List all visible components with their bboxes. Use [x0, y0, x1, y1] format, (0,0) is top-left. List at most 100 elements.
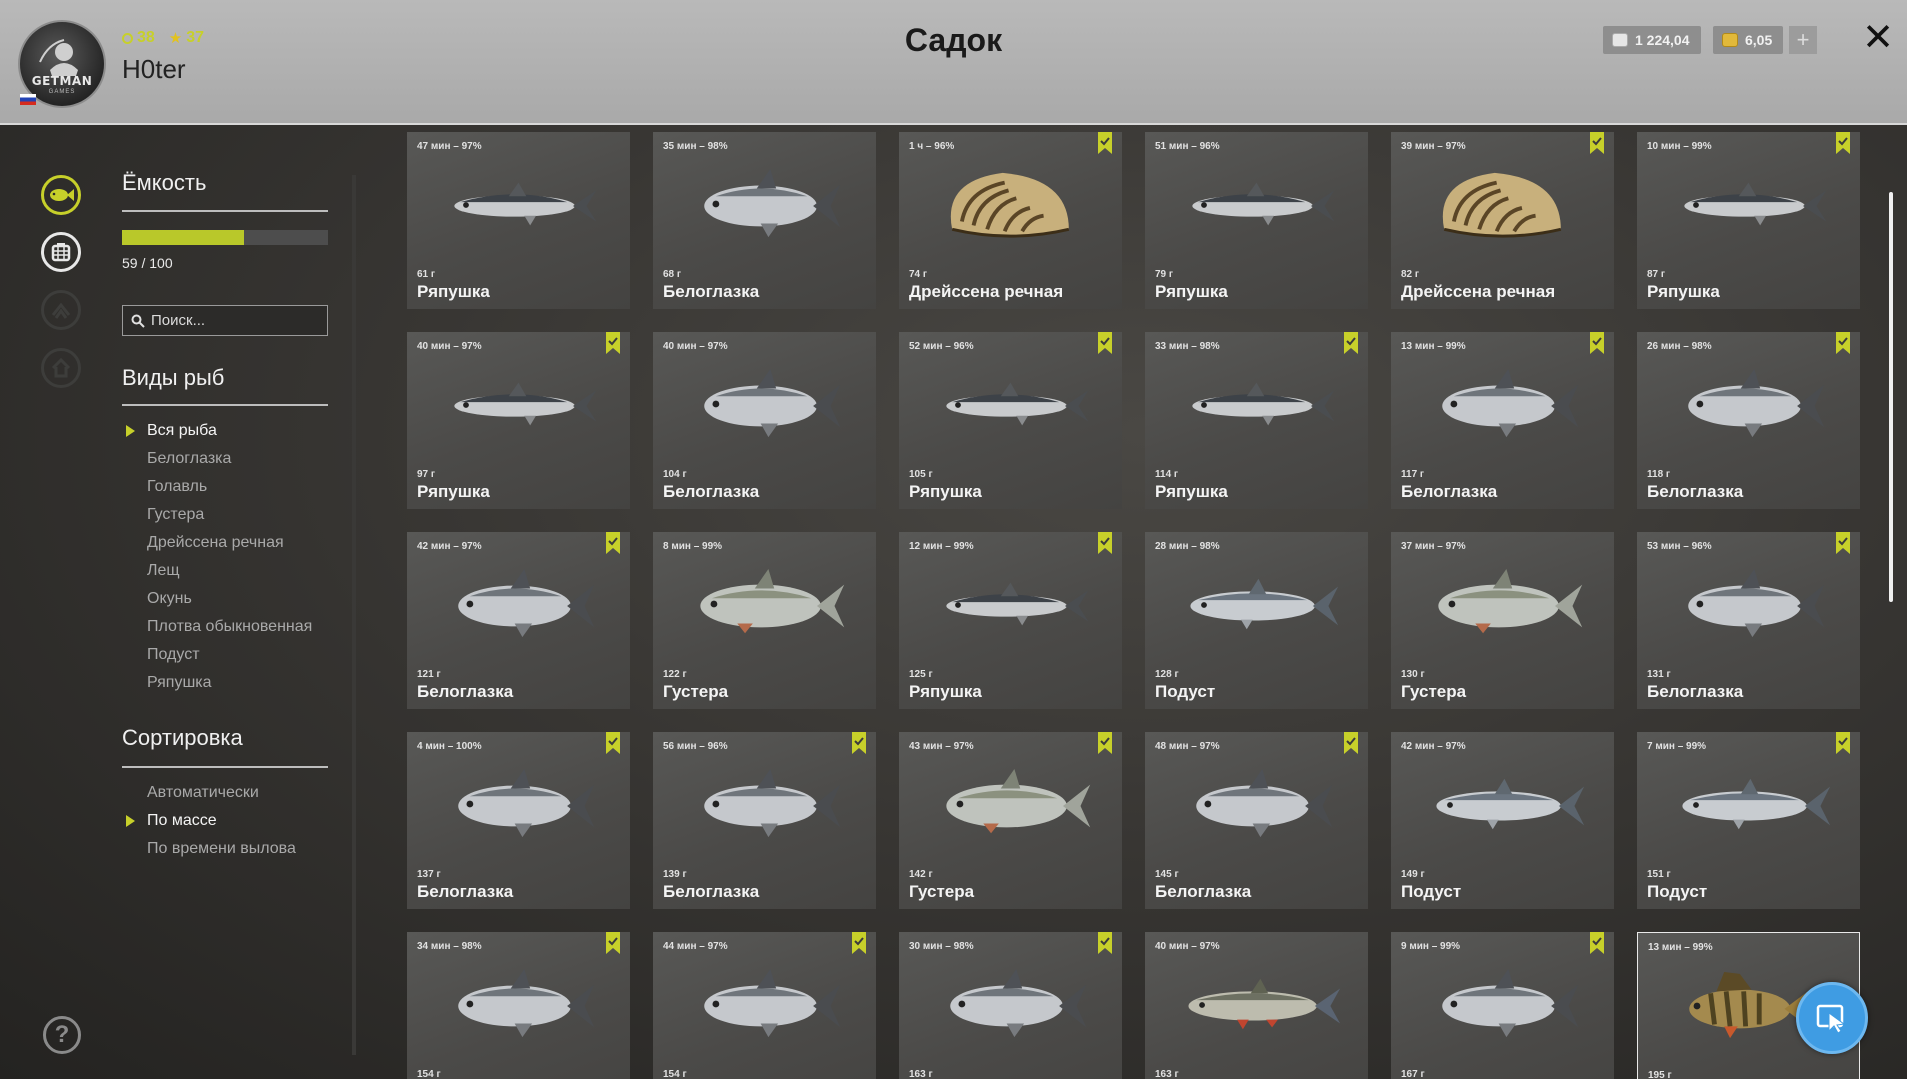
catch-card[interactable]: 48 мин – 97% 145 г Белоглазка [1145, 732, 1368, 909]
catch-card[interactable]: 42 мин – 97% 121 г Белоглазка [407, 532, 630, 709]
species-item[interactable]: Лещ [122, 557, 312, 585]
upgrade-tab-icon[interactable] [41, 290, 81, 330]
keepnet-tab-icon[interactable] [41, 232, 81, 272]
catch-card[interactable]: 35 мин – 98% 68 г Белоглазка [653, 132, 876, 309]
species-item[interactable]: Густера [122, 501, 312, 529]
catch-time: 39 мин – 97% [1401, 141, 1466, 152]
bookmark-icon[interactable] [1098, 332, 1112, 354]
catch-card[interactable]: 34 мин – 98% 154 г [407, 932, 630, 1079]
catch-card[interactable]: 9 мин – 99% 167 г [1391, 932, 1614, 1079]
home-tab-icon[interactable] [41, 348, 81, 388]
species-item[interactable]: Вся рыба [122, 417, 312, 445]
bookmark-icon[interactable] [1098, 532, 1112, 554]
bookmark-icon[interactable] [1590, 332, 1604, 354]
catch-time: 7 мин – 99% [1647, 741, 1707, 752]
catch-card[interactable]: 7 мин – 99% 151 г Подуст [1637, 732, 1860, 909]
catch-species: Белоглазка [1647, 482, 1744, 501]
catch-card[interactable]: 40 мин – 97% 97 г Ряпушка [407, 332, 630, 509]
search-input[interactable] [151, 312, 321, 329]
catch-card[interactable]: 12 мин – 99% 125 г Ряпушка [899, 532, 1122, 709]
panel-scrollbar[interactable] [352, 175, 356, 1055]
catch-card[interactable]: 10 мин – 99% 87 г Ряпушка [1637, 132, 1860, 309]
species-item[interactable]: Подуст [122, 641, 312, 669]
catch-species: Белоглазка [1647, 682, 1744, 701]
catch-card[interactable]: 40 мин – 97% 104 г Белоглазка [653, 332, 876, 509]
grid-scrollbar[interactable] [1889, 192, 1893, 602]
nase-image [1682, 778, 1831, 830]
bookmark-icon[interactable] [1836, 732, 1850, 754]
catch-card[interactable]: 4 мин – 100% 137 г Белоглазка [407, 732, 630, 909]
bookmark-icon[interactable] [1836, 132, 1850, 154]
catch-card[interactable]: 33 мин – 98% 114 г Ряпушка [1145, 332, 1368, 509]
catch-species: Белоглазка [1401, 482, 1498, 501]
catch-card[interactable]: 28 мин – 98% 128 г Подуст [1145, 532, 1368, 709]
catch-card[interactable]: 37 мин – 97% 130 г Густера [1391, 532, 1614, 709]
catch-time: 44 мин – 97% [663, 941, 728, 952]
bleak-image [700, 569, 845, 634]
sort-item[interactable]: По времени вылова [122, 835, 296, 863]
catch-card[interactable]: 44 мин – 97% 154 г [653, 932, 876, 1079]
catch-card[interactable]: 13 мин – 99% 117 г Белоглазка [1391, 332, 1614, 509]
cursor-icon [1816, 1004, 1846, 1034]
bookmark-icon[interactable] [852, 732, 866, 754]
bookmark-icon[interactable] [1098, 932, 1112, 954]
sort-item[interactable]: Автоматически [122, 779, 296, 807]
catch-species: Ряпушка [1155, 282, 1228, 301]
catch-card[interactable]: 8 мин – 99% 122 г Густера [653, 532, 876, 709]
catch-time: 8 мин – 99% [663, 541, 723, 552]
catch-weight: 82 г [1401, 269, 1420, 280]
bookmark-icon[interactable] [606, 932, 620, 954]
header-bar: GETMAN GAMES 38 ★ 37 H0ter Садок 1 224,04… [0, 0, 1907, 125]
catch-card[interactable]: 53 мин – 96% 131 г Белоглазка [1637, 532, 1860, 709]
species-item[interactable]: Голавль [122, 473, 312, 501]
catch-card[interactable]: 39 мин – 97% 82 г Дрейссена речная [1391, 132, 1614, 309]
add-currency-button[interactable]: + [1789, 26, 1817, 54]
species-item[interactable]: Окунь [122, 585, 312, 613]
catch-card[interactable]: 51 мин – 96% 79 г Ряпушка [1145, 132, 1368, 309]
catch-species: Белоглазка [417, 682, 514, 701]
close-button[interactable]: ✕ [1862, 18, 1894, 58]
bookmark-icon[interactable] [606, 332, 620, 354]
bookmark-icon[interactable] [1098, 132, 1112, 154]
catch-card[interactable]: 52 мин – 96% 105 г Ряпушка [899, 332, 1122, 509]
catch-card[interactable]: 43 мин – 97% 142 г Густера [899, 732, 1122, 909]
catch-species: Дрейссена речная [1401, 282, 1556, 301]
bookmark-icon[interactable] [852, 932, 866, 954]
catch-species: Густера [909, 882, 975, 901]
bookmark-icon[interactable] [1590, 932, 1604, 954]
catch-card[interactable]: 56 мин – 96% 139 г Белоглазка [653, 732, 876, 909]
catch-card[interactable]: 42 мин – 97% 149 г Подуст [1391, 732, 1614, 909]
catch-time: 40 мин – 97% [663, 341, 728, 352]
catch-card[interactable]: 30 мин – 98% 163 г [899, 932, 1122, 1079]
catch-card[interactable]: 47 мин – 97% 61 г Ряпушка [407, 132, 630, 309]
species-item[interactable]: Белоглазка [122, 445, 312, 473]
bookmark-icon[interactable] [1590, 132, 1604, 154]
sort-item[interactable]: По массе [122, 807, 296, 835]
search-box[interactable] [122, 305, 328, 336]
bookmark-icon[interactable] [1344, 332, 1358, 354]
fish-tab-icon[interactable] [41, 175, 81, 215]
bookmark-icon[interactable] [1836, 532, 1850, 554]
bookmark-icon[interactable] [1836, 332, 1850, 354]
bleak-image [1438, 569, 1583, 634]
catch-species: Белоглазка [663, 482, 760, 501]
cursor-mode-button[interactable] [1796, 982, 1868, 1054]
catch-weight: 79 г [1155, 269, 1174, 280]
catch-weight: 195 г [1648, 1070, 1672, 1079]
chub-image [1188, 978, 1341, 1030]
catch-card[interactable]: 40 мин – 97% 163 г [1145, 932, 1368, 1079]
bookmark-icon[interactable] [606, 532, 620, 554]
species-item[interactable]: Ряпушка [122, 669, 312, 697]
catch-card[interactable]: 26 мин – 98% 118 г Белоглазка [1637, 332, 1860, 509]
help-button[interactable]: ? [43, 1016, 81, 1054]
bream-image [704, 369, 841, 438]
species-item[interactable]: Дрейссена речная [122, 529, 312, 557]
bookmark-icon[interactable] [606, 732, 620, 754]
bookmark-icon[interactable] [1344, 732, 1358, 754]
species-label: Подуст [147, 646, 200, 663]
catch-time: 40 мин – 97% [417, 341, 482, 352]
species-item[interactable]: Плотва обыкновенная [122, 613, 312, 641]
bookmark-icon[interactable] [1098, 732, 1112, 754]
catch-card[interactable]: 1 ч – 96% 74 г Дрейссена речная [899, 132, 1122, 309]
catch-species: Белоглазка [663, 882, 760, 901]
